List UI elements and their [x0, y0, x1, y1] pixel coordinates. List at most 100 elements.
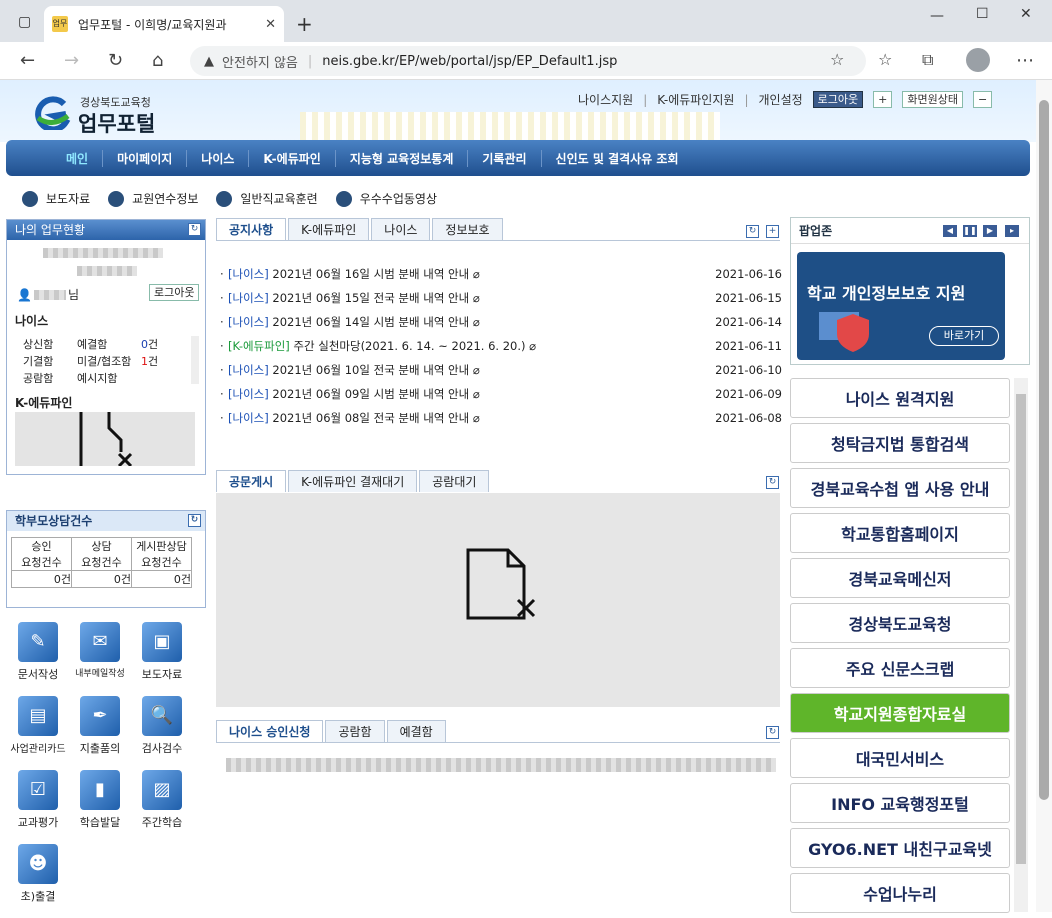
notice-item[interactable]: · [나이스] 2021년 06월 08일 전국 분배 내역 안내 ⌀ 2021-0…	[220, 406, 782, 430]
banner-link[interactable]: 학교지원종합자료실	[790, 693, 1010, 733]
nav-mypage[interactable]: 마이페이지	[103, 149, 188, 167]
popup-more-icon[interactable]: ▸	[1005, 225, 1019, 237]
tab-doc-board[interactable]: 공문게시	[216, 470, 287, 492]
tab-neis[interactable]: 나이스	[371, 218, 431, 240]
minimize-icon[interactable]: —	[930, 8, 944, 24]
maximize-icon[interactable]: ☐	[976, 6, 989, 22]
tab-doc-approval[interactable]: K-에듀파인 결재대기	[288, 470, 418, 492]
banner-scrollbar[interactable]	[1014, 378, 1028, 912]
user-name: 👤 님	[17, 287, 79, 303]
notice-item[interactable]: · [나이스] 2021년 06월 10일 전국 분배 내역 안내 ⌀ 2021-0…	[220, 358, 782, 382]
notice-item[interactable]: · [나이스] 2021년 06월 14일 시범 분배 내역 안내 ⌀ 2021-0…	[220, 310, 782, 334]
back-icon[interactable]: ←	[20, 50, 35, 71]
app-press[interactable]: ▣ 보도자료	[132, 622, 192, 682]
banner-link[interactable]: 대국민서비스	[790, 738, 1010, 778]
approval-blurred-row	[226, 758, 776, 772]
browser-tab[interactable]: 업무 업무포털 - 이희명/교육지원과 ✕	[44, 6, 284, 42]
monitor-icon: ▣	[142, 622, 182, 662]
app-document[interactable]: ✎ 문서작성	[8, 622, 68, 682]
bullet: ·	[220, 363, 224, 377]
address-bar[interactable]: ▲ 안전하지 않음 | neis.gbe.kr/EP/web/portal/js…	[190, 46, 866, 76]
notice-more-icon[interactable]: +	[766, 225, 779, 238]
banner-link[interactable]: 청탁금지법 통합검색	[790, 423, 1010, 463]
close-window-icon[interactable]: ✕	[1020, 6, 1032, 22]
approval-refresh-icon[interactable]: ↻	[766, 726, 779, 739]
popup-next-icon[interactable]: ▶	[983, 225, 997, 237]
url-text: neis.gbe.kr/EP/web/portal/jsp/EP_Default…	[322, 53, 618, 69]
app-inspection[interactable]: 🔍 검사검수	[132, 696, 192, 756]
tab-notice[interactable]: 공지사항	[216, 218, 287, 240]
refresh-icon[interactable]: ↻	[188, 223, 201, 236]
zoom-out-button[interactable]: −	[972, 91, 993, 108]
attachment-icon: ⌀	[472, 315, 480, 329]
reload-icon[interactable]: ↻	[108, 50, 123, 71]
tab-neis-approval[interactable]: 나이스 승인신청	[216, 720, 324, 742]
banner-link[interactable]: 경상북도교육청	[790, 603, 1010, 643]
app-attendance[interactable]: ☻ 초)출결	[8, 844, 68, 904]
zoom-in-button[interactable]: +	[873, 91, 893, 108]
banner-link[interactable]: 경북교육메신저	[790, 558, 1010, 598]
notice-item[interactable]: · [K-에듀파인] 주간 실천마당(2021. 6. 14. ~ 2021. 6…	[220, 334, 782, 358]
my-work-panel: 나의 업무현황 ↻ 👤 님 로그아웃 나이스 상신함 예결함 0 건 기결함 미결/협조함 1…	[6, 219, 206, 475]
close-tab-icon[interactable]: ✕	[265, 17, 276, 32]
forward-icon[interactable]: →	[64, 50, 79, 71]
quick-video[interactable]: 우수수업동영상	[335, 190, 437, 207]
favorites-icon[interactable]: ☆	[878, 50, 892, 69]
popup-prev-icon[interactable]: ◀	[943, 225, 957, 237]
nav-main[interactable]: 메인	[52, 149, 104, 167]
tab-doc-circulation[interactable]: 공람대기	[419, 470, 490, 492]
app-progress[interactable]: ▮ 학습발달	[70, 770, 130, 830]
popup-pause-icon[interactable]: ❚❚	[963, 225, 977, 237]
approval-tabs: 나이스 승인신청 공람함 예결함	[216, 720, 448, 742]
browser-toolbar: ← → ↻ ⌂ ▲ 안전하지 않음 | neis.gbe.kr/EP/web/p…	[0, 42, 1052, 80]
link-neis-support[interactable]: 나이스지원	[578, 91, 633, 108]
doc-refresh-icon[interactable]: ↻	[766, 476, 779, 489]
banner-link[interactable]: 경북교육수첩 앱 사용 안내	[790, 468, 1010, 508]
app-mail[interactable]: ✉ 내부메일작성	[70, 622, 130, 682]
app-evaluation[interactable]: ☑ 교과평가	[8, 770, 68, 830]
refresh-icon[interactable]: ↻	[188, 514, 201, 527]
nav-neis[interactable]: 나이스	[187, 149, 250, 167]
tab-circulation[interactable]: 공람함	[325, 720, 385, 742]
banner-link[interactable]: 학교통합홈페이지	[790, 513, 1010, 553]
page-scrollbar[interactable]	[1036, 80, 1052, 912]
tab-security[interactable]: 정보보호	[432, 218, 503, 240]
tab-pending[interactable]: 예결함	[386, 720, 446, 742]
banner-link[interactable]: 주요 신문스크랩	[790, 648, 1010, 688]
app-project-card[interactable]: ▤ 사업관리카드	[8, 696, 68, 756]
nav-statistics[interactable]: 지능형 교육정보통계	[336, 149, 469, 167]
more-icon[interactable]: ⋯	[1016, 50, 1034, 71]
quick-training[interactable]: 교원연수정보	[108, 190, 198, 207]
nav-credit-check[interactable]: 신인도 및 결격사유 조회	[542, 150, 693, 167]
position-blurred	[77, 266, 137, 276]
collections-icon[interactable]: ⧉	[922, 50, 933, 70]
notice-item[interactable]: · [나이스] 2021년 06월 09일 시범 분배 내역 안내 ⌀ 2021-0…	[220, 382, 782, 406]
quick-education[interactable]: 일반직교육훈련	[216, 190, 318, 207]
link-edufine-support[interactable]: K-에듀파인지원	[657, 91, 734, 108]
new-tab-icon[interactable]: +	[296, 12, 313, 36]
reset-screen-button[interactable]: 화면원상태	[902, 91, 963, 108]
app-expense[interactable]: ✒ 지출품의	[70, 696, 130, 756]
privacy-banner-button[interactable]: 바로가기	[929, 326, 999, 346]
notice-item[interactable]: · [나이스] 2021년 06월 15일 전국 분배 내역 안내 ⌀ 2021-0…	[220, 286, 782, 310]
banner-link[interactable]: 수업나누리	[790, 873, 1010, 913]
nav-records[interactable]: 기록관리	[468, 149, 542, 167]
banner-link[interactable]: 나이스 원격지원	[790, 378, 1010, 418]
link-settings[interactable]: 개인설정	[758, 91, 802, 108]
banner-link[interactable]: GYO6.NET 내친구교육넷	[790, 828, 1010, 868]
tab-actions-icon[interactable]: ▢	[18, 14, 31, 30]
add-favorite-icon[interactable]: ☆	[830, 50, 844, 69]
nav-edufine[interactable]: K-에듀파인	[249, 149, 336, 167]
privacy-banner[interactable]: 학교 개인정보보호 지원 바로가기	[797, 252, 1005, 360]
tab-edufine[interactable]: K-에듀파인	[288, 218, 370, 240]
logout-button[interactable]: 로그아웃	[812, 91, 864, 108]
home-icon[interactable]: ⌂	[152, 50, 163, 71]
work-scrollbar[interactable]	[191, 336, 199, 384]
notice-refresh-icon[interactable]: ↻	[746, 225, 759, 238]
profile-avatar[interactable]	[966, 48, 990, 72]
notice-item[interactable]: · [나이스] 2021년 06월 16일 시범 분배 내역 안내 ⌀ 2021-0…	[220, 262, 782, 286]
quick-press[interactable]: 보도자료	[22, 190, 90, 207]
mywork-logout-button[interactable]: 로그아웃	[149, 284, 200, 301]
banner-link[interactable]: INFO 교육행정포털	[790, 783, 1010, 823]
app-weekly[interactable]: ▨ 주간학습	[132, 770, 192, 830]
